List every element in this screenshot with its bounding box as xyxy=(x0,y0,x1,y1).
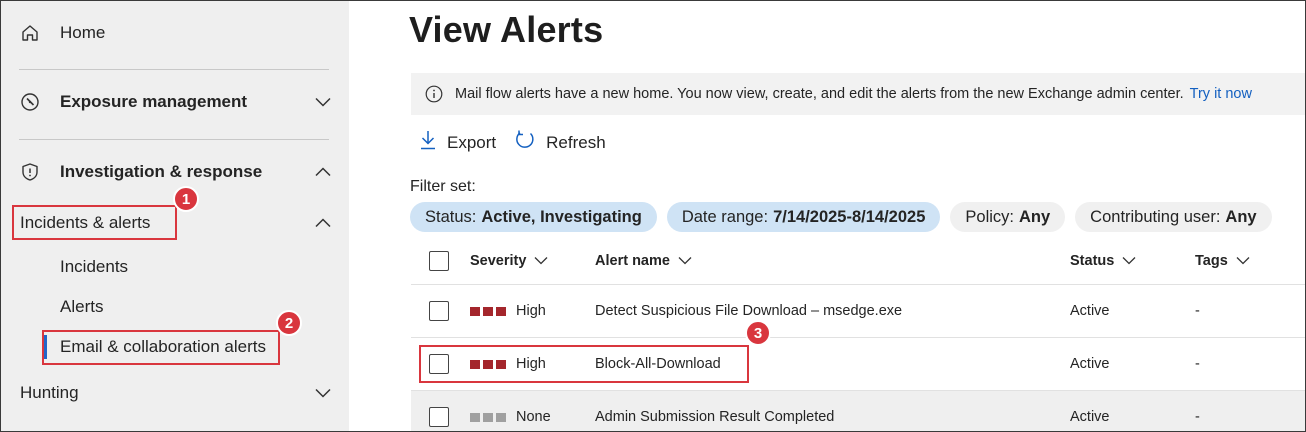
sidebar-item-label: Home xyxy=(60,23,106,42)
filter-value: Active, Investigating xyxy=(481,207,642,226)
sidebar-divider xyxy=(19,69,329,70)
refresh-label: Refresh xyxy=(546,132,606,152)
status-value: Active xyxy=(1070,356,1110,372)
sidebar-item-home[interactable]: Home xyxy=(19,21,331,45)
table-header: Severity Alert name Status Tags xyxy=(411,237,1305,285)
row-checkbox[interactable] xyxy=(429,407,449,427)
info-banner: Mail flow alerts have a new home. You no… xyxy=(411,73,1305,115)
toolbar: Export Refresh xyxy=(419,129,606,156)
main-content: View Alerts Mail flow alerts have a new … xyxy=(349,1,1305,431)
export-label: Export xyxy=(447,132,497,152)
export-button[interactable]: Export xyxy=(419,130,496,155)
chevron-down-icon[interactable] xyxy=(315,385,331,401)
filter-key: Contributing user: xyxy=(1090,207,1221,226)
table-row[interactable]: None Admin Submission Result Completed A… xyxy=(411,391,1305,431)
filter-value: 7/14/2025-8/14/2025 xyxy=(773,207,926,226)
column-header-severity[interactable]: Severity xyxy=(470,237,548,284)
alert-name[interactable]: Detect Suspicious File Download – msedge… xyxy=(595,303,902,319)
home-icon xyxy=(19,22,41,44)
severity-high-icon xyxy=(470,306,506,316)
severity-none-icon xyxy=(470,412,506,422)
column-header-alert-name[interactable]: Alert name xyxy=(595,237,692,284)
filter-pill-status[interactable]: Status: Active, Investigating xyxy=(410,202,657,232)
filter-pill-date-range[interactable]: Date range: 7/14/2025-8/14/2025 xyxy=(666,202,941,232)
status-value: Active xyxy=(1070,409,1110,425)
filter-value: Any xyxy=(1225,207,1257,226)
chevron-down-icon xyxy=(534,256,548,265)
filter-pills: Status: Active, Investigating Date range:… xyxy=(410,202,1272,232)
chevron-down-icon xyxy=(678,256,692,265)
download-icon xyxy=(419,130,437,155)
sidebar-item-label: Exposure management xyxy=(60,92,248,111)
try-it-now-link[interactable]: Try it now xyxy=(1190,86,1252,102)
chevron-up-icon[interactable] xyxy=(315,164,331,180)
column-header-label: Severity xyxy=(470,252,527,269)
filter-pill-contributing-user[interactable]: Contributing user: Any xyxy=(1075,202,1272,232)
app-window: Home Exposure management Investigation &… xyxy=(0,0,1306,432)
page-title: View Alerts xyxy=(409,9,604,50)
tags-value: - xyxy=(1195,356,1200,372)
column-header-status[interactable]: Status xyxy=(1070,237,1136,284)
sidebar: Home Exposure management Investigation &… xyxy=(1,1,349,431)
status-value: Active xyxy=(1070,303,1110,319)
table-row[interactable]: High Detect Suspicious File Download – m… xyxy=(411,285,1305,338)
refresh-button[interactable]: Refresh xyxy=(514,129,606,156)
sidebar-subitem-alerts[interactable]: Alerts xyxy=(60,297,103,317)
highlight-box-incidents-alerts xyxy=(12,205,177,240)
filter-key: Policy: xyxy=(965,207,1014,226)
annotation-badge-1: 1 xyxy=(173,186,199,212)
filter-key: Date range: xyxy=(681,207,769,226)
annotation-badge-2: 2 xyxy=(276,310,302,336)
highlight-box-email-collab xyxy=(42,330,280,365)
severity-value: High xyxy=(516,303,546,319)
chevron-down-icon xyxy=(1122,256,1136,265)
filter-key: Status: xyxy=(425,207,477,226)
filter-pill-policy[interactable]: Policy: Any xyxy=(950,202,1066,232)
sidebar-item-label: Hunting xyxy=(20,383,79,402)
filter-set-label: Filter set: xyxy=(410,178,476,195)
filter-value: Any xyxy=(1019,207,1051,226)
sidebar-item-label: Investigation & response xyxy=(60,162,263,181)
column-header-label: Status xyxy=(1070,252,1115,269)
banner-text: Mail flow alerts have a new home. You no… xyxy=(455,86,1184,102)
shield-icon xyxy=(19,161,41,183)
select-all-checkbox[interactable] xyxy=(429,250,449,271)
sidebar-item-exposure-management[interactable]: Exposure management xyxy=(19,90,331,114)
chevron-down-icon xyxy=(1236,256,1250,265)
sidebar-subitem-incidents[interactable]: Incidents xyxy=(60,257,128,277)
severity-value: None xyxy=(516,409,551,425)
tags-value: - xyxy=(1195,303,1200,319)
sidebar-divider xyxy=(19,139,329,140)
sidebar-item-investigation-response[interactable]: Investigation & response xyxy=(19,160,331,184)
chevron-up-icon[interactable] xyxy=(315,215,331,231)
chevron-down-icon[interactable] xyxy=(315,94,331,110)
annotation-badge-3: 3 xyxy=(745,320,771,346)
compass-icon xyxy=(19,91,41,113)
sidebar-item-hunting[interactable]: Hunting xyxy=(20,381,331,405)
column-header-label: Tags xyxy=(1195,252,1228,269)
refresh-icon xyxy=(514,129,536,156)
highlight-box-block-all-download xyxy=(419,345,749,383)
column-header-tags[interactable]: Tags xyxy=(1195,237,1250,284)
alert-name[interactable]: Admin Submission Result Completed xyxy=(595,409,834,425)
column-header-label: Alert name xyxy=(595,252,670,269)
tags-value: - xyxy=(1195,409,1200,425)
info-icon xyxy=(425,85,443,103)
row-checkbox[interactable] xyxy=(429,301,449,321)
